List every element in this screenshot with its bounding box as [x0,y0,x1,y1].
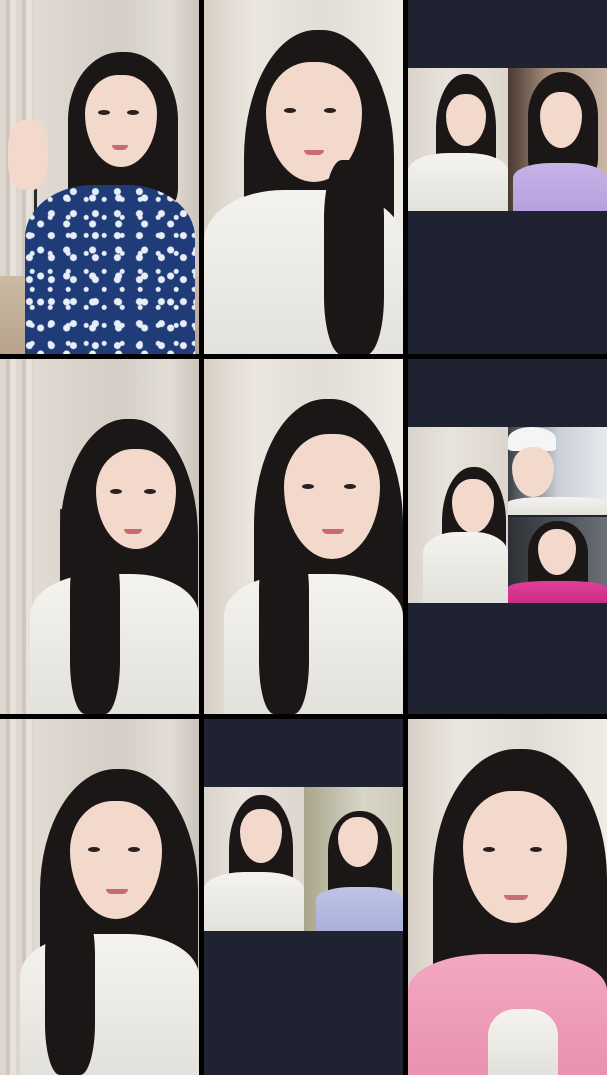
person-figure [408,719,607,1075]
person-figure [0,359,199,714]
video-tile-8[interactable] [204,719,403,1075]
video-tile-2[interactable] [204,0,403,354]
inset-video-top-right [508,427,607,515]
inset-video-right [304,787,403,931]
inset-video-left [204,787,304,931]
person-figure [0,719,199,1075]
video-tile-5[interactable] [204,359,403,714]
video-tile-9[interactable] [408,719,607,1075]
person-figure [204,359,403,714]
inset-video-left [408,427,508,603]
video-tile-3[interactable] [408,0,607,354]
person-figure [0,0,199,354]
inset-video-left [408,68,508,211]
inset-video-right [508,68,607,211]
video-tile-1[interactable] [0,0,199,354]
video-tile-7[interactable] [0,719,199,1075]
inset-video-bottom-right [508,517,607,603]
video-tile-6[interactable] [408,359,607,714]
person-figure [204,0,403,354]
video-grid [0,0,607,1075]
video-tile-4[interactable] [0,359,199,714]
